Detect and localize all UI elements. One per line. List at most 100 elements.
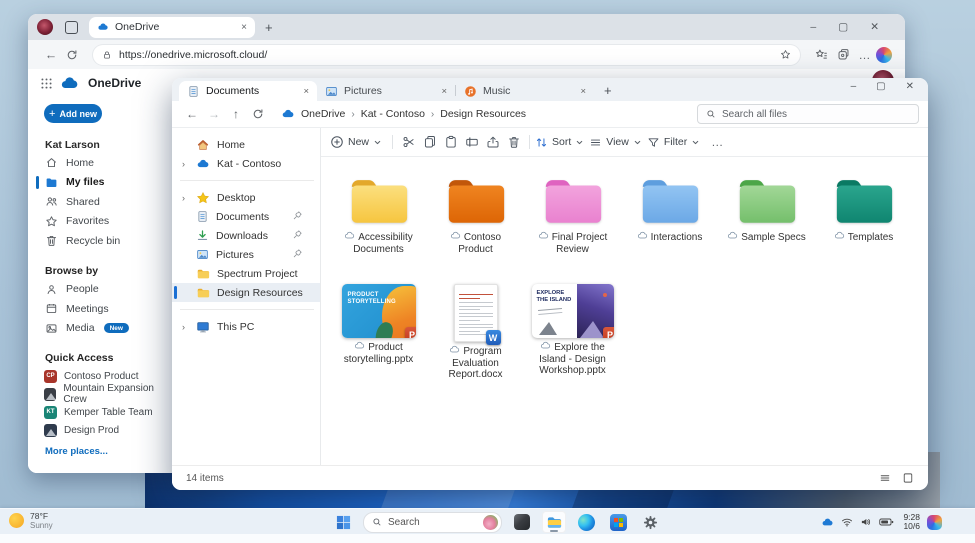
volume-icon[interactable] [860,516,872,528]
onedrive-nav-home[interactable]: Home [28,153,174,173]
onedrive-nav-shared[interactable]: Shared [28,192,174,212]
collections-icon[interactable] [832,48,854,61]
new-tab-button[interactable]: + [265,20,273,35]
explorer-close-button[interactable]: ✕ [906,81,914,92]
view-button[interactable]: View [589,136,642,149]
sidebar-item-this-pc[interactable]: ›This PC [172,317,320,336]
details-view-icon[interactable] [879,472,891,484]
browser-minimize-button[interactable]: – [810,21,816,33]
onedrive-browse-people[interactable]: People [28,280,174,300]
onedrive-nav-recycle-bin[interactable]: Recycle bin [28,231,174,251]
browser-tab-strip[interactable]: OneDrive × + – ▢ ✕ [28,14,905,40]
wifi-icon[interactable] [841,516,853,528]
edge-taskbar-icon[interactable] [574,511,598,533]
command-more-icon[interactable]: … [711,135,724,149]
folder-templates[interactable]: Templates [815,173,912,255]
onedrive-nav-favorites[interactable]: Favorites [28,212,174,232]
explorer-tab-bar[interactable]: Documents×Pictures×Music× + – ▢ ✕ [172,78,928,101]
onedrive-browse-meetings[interactable]: Meetings [28,299,174,319]
sidebar-item-pictures[interactable]: Pictures [172,245,320,264]
file-explore-the-island-design-workshop-pptx[interactable]: EXPLORE THE ISLANDPExplore the Island - … [524,280,621,381]
taskbar-search-box[interactable]: Search [363,512,502,533]
sidebar-item-downloads[interactable]: Downloads [172,226,320,245]
tab-actions-icon[interactable] [65,21,78,34]
new-button[interactable]: New [330,135,382,149]
breadcrumb-item-kat-contoso[interactable]: Kat - Contoso [361,108,425,120]
breadcrumb-item-onedrive[interactable]: OneDrive [301,108,345,120]
sidebar-item-documents[interactable]: Documents [172,207,320,226]
favorites-icon[interactable] [810,48,832,61]
battery-icon[interactable] [879,517,894,527]
folder-sample-specs[interactable]: Sample Specs [718,173,815,255]
refresh-button[interactable] [247,108,269,120]
browser-refresh-button[interactable] [61,49,83,61]
file-program-evaluation-report-docx[interactable]: WProgram Evaluation Report.docx [427,280,524,381]
filter-button[interactable]: Filter [647,136,700,149]
explorer-tab-pictures[interactable]: Pictures× [317,81,455,101]
sidebar-item-design-resources[interactable]: Design Resources [172,283,320,302]
cut-button[interactable] [398,133,419,151]
explorer-search-box[interactable]: Search all files [697,104,919,124]
large-icons-view-icon[interactable] [902,472,914,484]
paste-button[interactable] [440,133,461,151]
folder-interactions[interactable]: Interactions [621,173,718,255]
settings-icon[interactable] [638,511,662,533]
folder-final-project-review[interactable]: Final Project Review [524,173,621,255]
share-button[interactable] [482,133,503,151]
delete-button[interactable] [503,133,524,151]
microsoft-store-icon[interactable] [606,511,630,533]
copy-button[interactable] [419,133,440,151]
copilot-taskbar-icon[interactable] [927,515,942,530]
breadcrumb[interactable]: OneDrive›Kat - Contoso›Design Resources [281,107,526,121]
onedrive-nav-my-files[interactable]: My files [28,173,174,193]
browser-back-button[interactable]: ← [41,48,61,62]
onedrive-tray-icon[interactable] [821,516,834,529]
breadcrumb-item-design-resources[interactable]: Design Resources [440,108,526,120]
chevron-right-icon[interactable]: › [182,193,196,203]
more-places-link[interactable]: More places... [45,446,174,457]
sidebar-item-kat-contoso[interactable]: ›Kat - Contoso [172,154,320,173]
bookmark-star-icon[interactable] [780,49,791,60]
team-icon [44,388,56,401]
browser-menu-icon[interactable]: … [854,48,876,62]
browser-profile-avatar[interactable] [37,19,53,35]
explorer-new-tab-button[interactable]: + [604,83,612,98]
clock[interactable]: 9:28 10/6 [903,513,920,532]
pinned-app-icon[interactable] [510,511,534,533]
folder-contoso-product[interactable]: Contoso Product [427,173,524,255]
tab-close-icon[interactable]: × [241,22,247,33]
sort-button[interactable]: Sort [535,136,584,149]
onedrive-browse-media[interactable]: MediaNew [28,319,174,339]
folder-accessibility-documents[interactable]: Accessibility Documents [330,173,427,255]
forward-button[interactable]: → [203,107,225,121]
copilot-icon[interactable] [876,47,892,63]
file-product-storytelling-pptx[interactable]: PRODUCT STORYTELLINGPProduct storytellin… [330,280,427,381]
quick-access-kemper-table-team[interactable]: KTKemper Table Team [28,403,174,421]
tab-close-icon[interactable]: × [580,86,586,97]
tab-close-icon[interactable]: × [441,86,447,97]
rename-button[interactable] [461,133,482,151]
explorer-tab-music[interactable]: Music× [456,81,594,101]
sidebar-item-home[interactable]: Home [172,135,320,154]
back-button[interactable]: ← [181,107,203,121]
browser-close-button[interactable]: ✕ [870,21,879,33]
up-button[interactable]: ↑ [225,107,247,121]
chevron-right-icon[interactable]: › [182,322,196,332]
quick-access-mountain-expansion-crew[interactable]: Mountain Expansion Crew [28,385,174,403]
start-button[interactable] [331,511,355,533]
sidebar-item-spectrum-project[interactable]: Spectrum Project [172,264,320,283]
explorer-tab-documents[interactable]: Documents× [179,81,317,101]
browser-maximize-button[interactable]: ▢ [838,21,848,33]
address-bar[interactable]: https://onedrive.microsoft.cloud/ [93,45,800,65]
weather-widget[interactable]: 78°F Sunny [9,511,53,530]
explorer-maximize-button[interactable]: ▢ [876,81,885,92]
browser-tab-onedrive[interactable]: OneDrive × [89,17,255,38]
chevron-right-icon[interactable]: › [182,159,196,169]
file-explorer-taskbar-icon[interactable] [542,511,566,533]
tab-close-icon[interactable]: × [303,86,309,97]
add-new-button[interactable]: + Add new [44,104,102,123]
app-launcher-icon[interactable] [40,77,53,90]
sidebar-item-desktop[interactable]: ›Desktop [172,188,320,207]
quick-access-design-prod[interactable]: Design Prod [28,421,174,439]
explorer-minimize-button[interactable]: – [851,81,857,92]
